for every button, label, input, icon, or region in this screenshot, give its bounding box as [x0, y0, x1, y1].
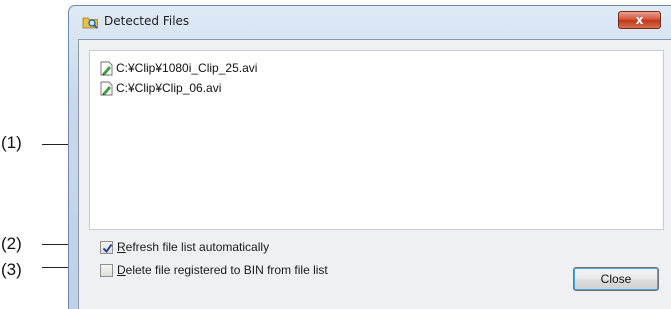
detected-files-dialog: Detected Files x C:¥Clip¥1080i_Clip_25.a… — [68, 5, 671, 309]
file-path: C:¥Clip¥Clip_06.avi — [116, 81, 222, 95]
delete-checkbox[interactable] — [100, 263, 113, 277]
callout-3: (3) — [1, 260, 22, 279]
dialog-title: Detected Files — [104, 14, 190, 28]
list-item[interactable]: C:¥Clip¥1080i_Clip_25.avi — [100, 60, 257, 76]
video-file-icon — [100, 81, 113, 95]
list-item[interactable]: C:¥Clip¥Clip_06.avi — [100, 80, 221, 96]
window-close-button[interactable]: x — [618, 11, 661, 29]
close-icon: x — [635, 13, 644, 27]
folder-search-icon — [82, 14, 99, 29]
file-path: C:¥Clip¥1080i_Clip_25.avi — [116, 61, 258, 75]
dialog-body: C:¥Clip¥1080i_Clip_25.avi C:¥Clip¥Clip_0… — [78, 39, 671, 309]
delete-registered-option[interactable]: Delete file registered to BIN from file … — [100, 262, 328, 278]
title-bar[interactable]: Detected Files x — [69, 6, 671, 36]
close-button[interactable]: Close — [573, 267, 659, 291]
refresh-label[interactable]: Refresh file list automatically — [117, 240, 269, 254]
refresh-automatically-option[interactable]: Refresh file list automatically — [100, 239, 269, 255]
check-icon — [102, 243, 113, 253]
video-file-icon — [100, 61, 113, 75]
detected-files-list[interactable]: C:¥Clip¥1080i_Clip_25.avi C:¥Clip¥Clip_0… — [89, 50, 664, 230]
delete-label[interactable]: Delete file registered to BIN from file … — [117, 263, 328, 277]
refresh-checkbox[interactable] — [100, 240, 113, 254]
callout-2: (2) — [1, 234, 22, 253]
callout-1: (1) — [1, 133, 22, 152]
